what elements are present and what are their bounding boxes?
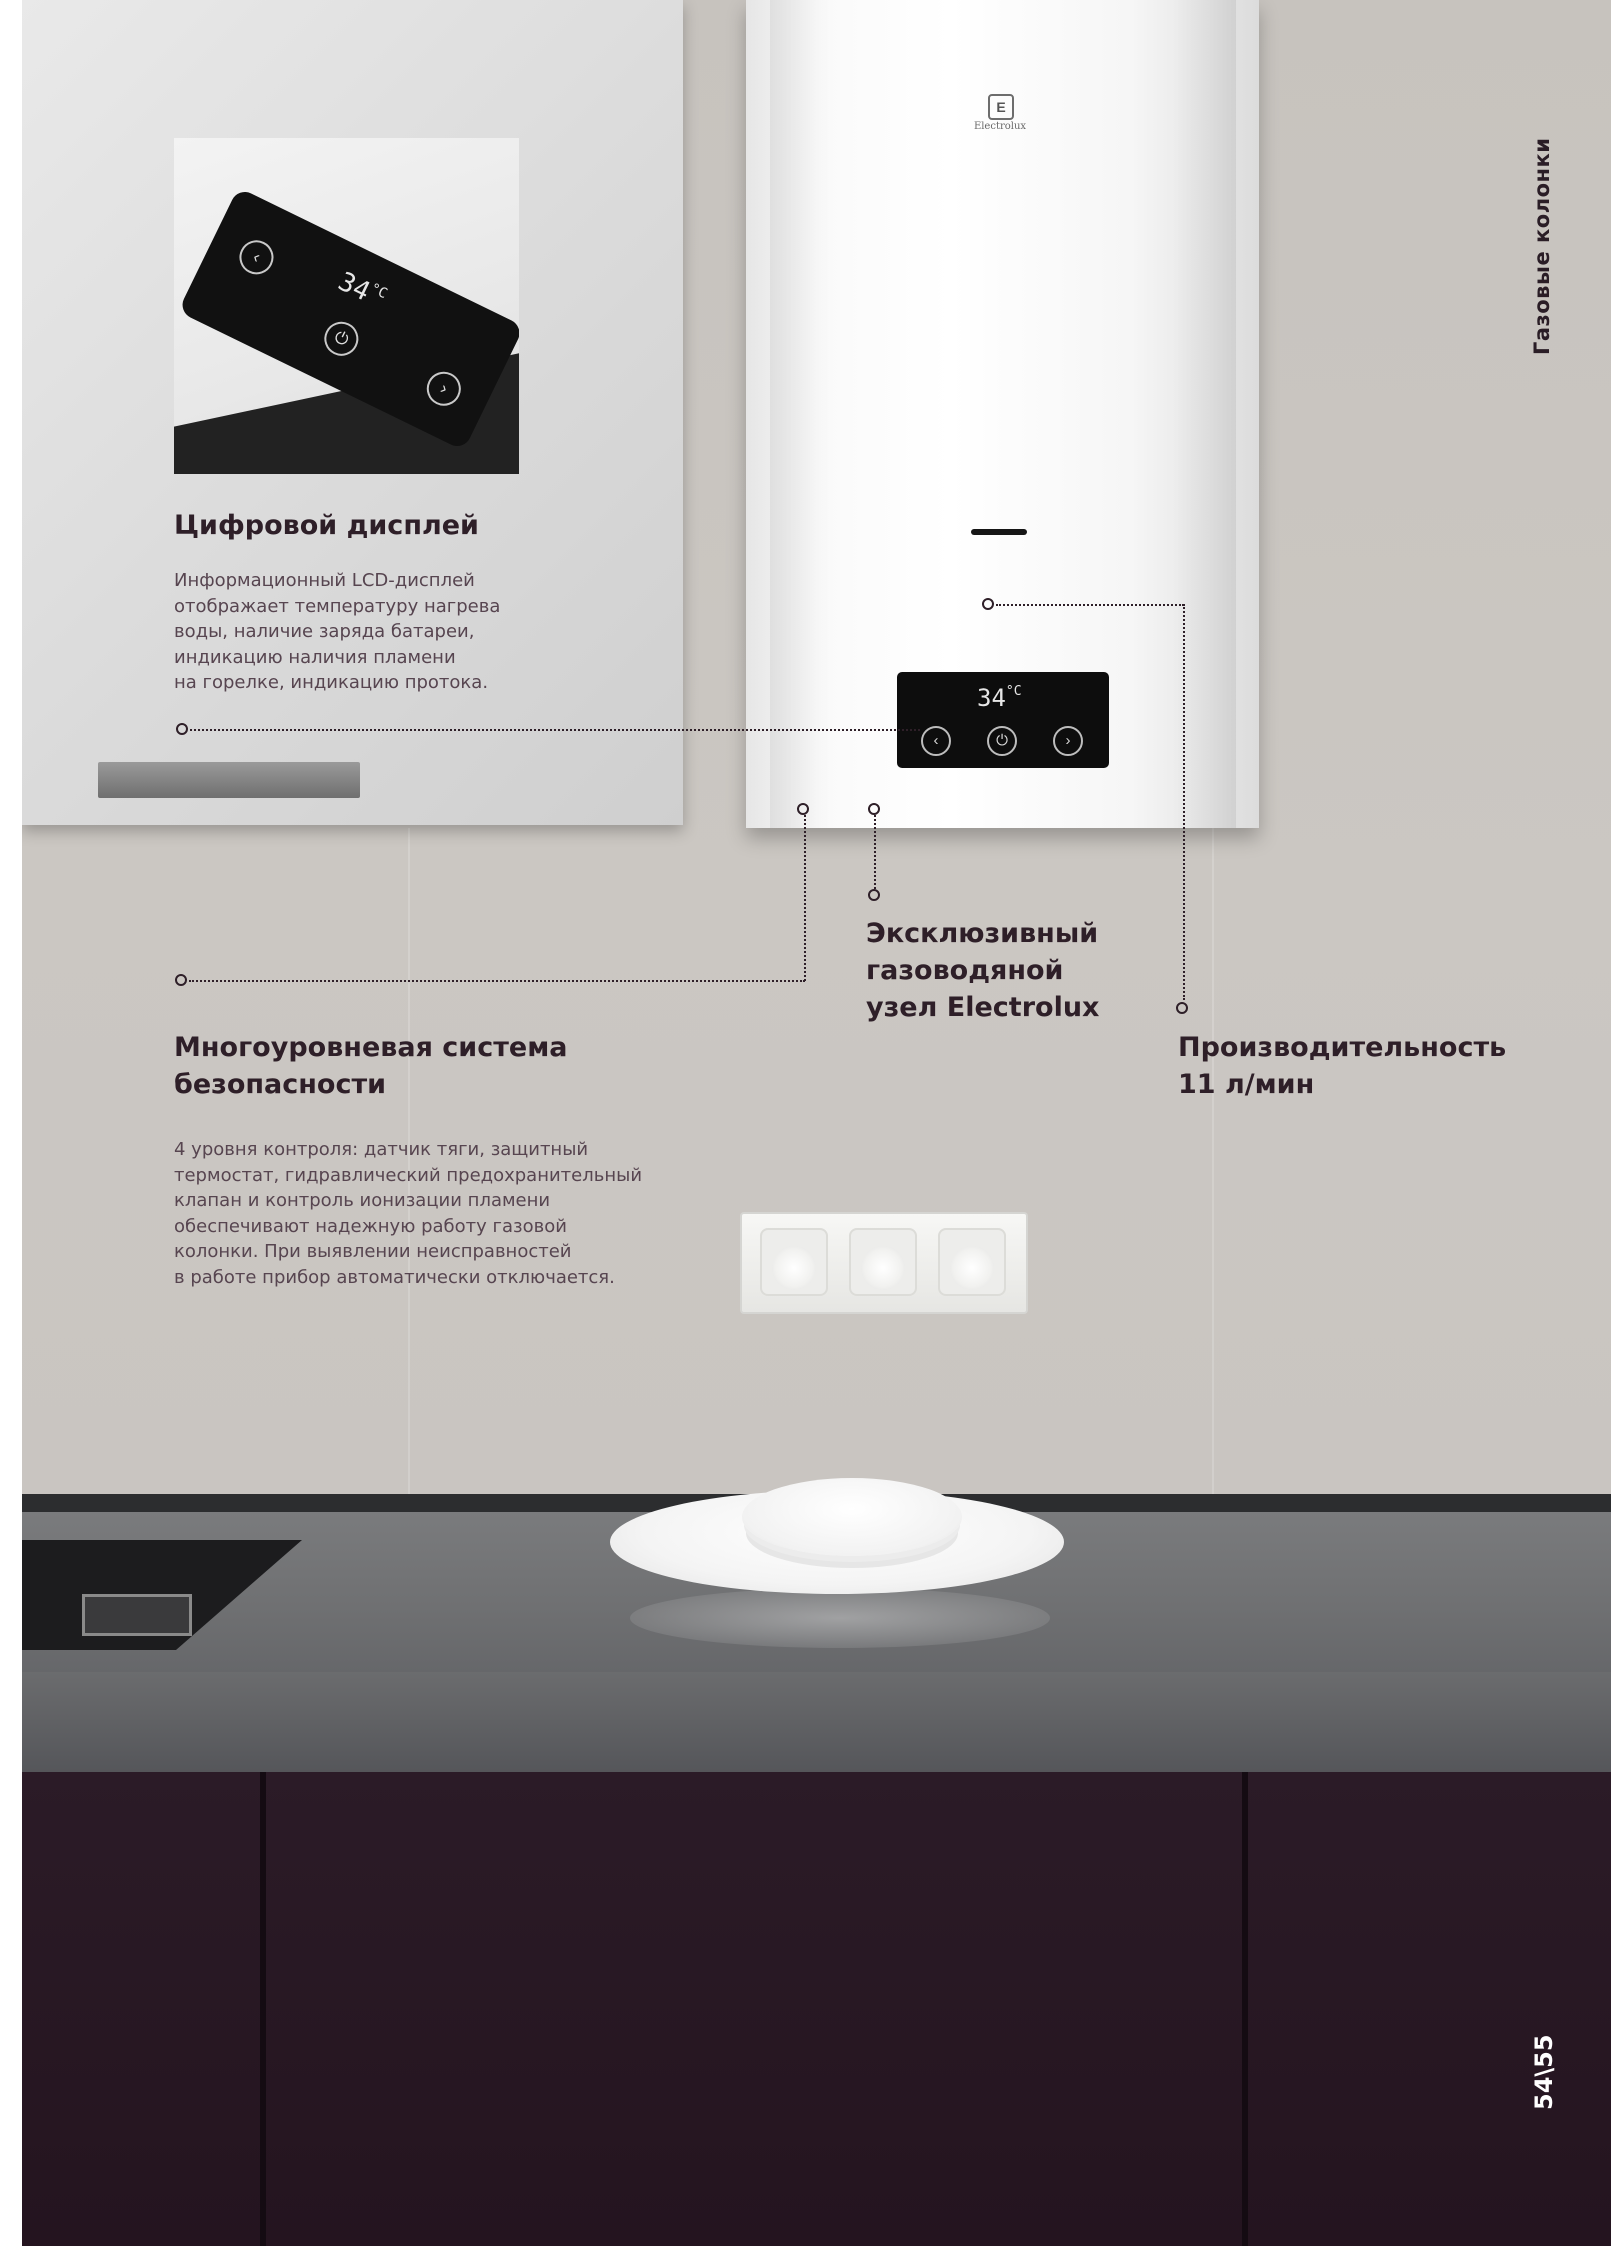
- plate-stack: [742, 1478, 962, 1556]
- kitchen-photo: E Electrolux 34°C ‹ ⏻ › 34°C ‹ ⏻ ›: [22, 0, 1611, 2246]
- callout-dot: [868, 889, 880, 901]
- callout-line: [189, 980, 805, 982]
- right-arrow-icon: ›: [1053, 726, 1083, 756]
- callout-dot: [1176, 1002, 1188, 1014]
- callout-line: [996, 604, 1184, 606]
- heater-shading: [1172, 0, 1236, 828]
- callout-line: [190, 729, 920, 731]
- heater-vent-slot: [971, 529, 1027, 535]
- sink-drain: [82, 1594, 192, 1636]
- feature-title-display: Цифровой дисплей: [174, 510, 479, 541]
- left-arrow-icon: ‹: [921, 726, 951, 756]
- power-icon: ⏻: [318, 316, 365, 362]
- feature-text-display: Информационный LCD-дисплей отображает те…: [174, 570, 501, 693]
- socket-outlet: [938, 1228, 1006, 1296]
- callout-dot: [982, 598, 994, 610]
- brand-logo-text: Electrolux: [973, 121, 1027, 132]
- display-closeup-photo: 34°C ‹ ⏻ ›: [174, 138, 519, 474]
- lcd-readout: 34°C: [977, 684, 1022, 712]
- left-arrow-icon: ‹: [233, 234, 280, 281]
- cabinet-handle: [98, 762, 360, 798]
- callout-line: [1183, 604, 1185, 1000]
- lcd-temperature: 34: [977, 684, 1006, 712]
- callout-line: [874, 815, 876, 889]
- feature-title-gas-water-unit: Эксклюзивный газоводяной узел Electrolux: [866, 918, 1100, 1023]
- wall-socket-block: [740, 1212, 1028, 1314]
- section-title: Газовые колонки: [1530, 137, 1554, 355]
- feature-title-safety: Многоуровневая система безопасности: [174, 1032, 568, 1100]
- closeup-lcd: 34°C: [333, 267, 389, 315]
- callout-dot: [868, 803, 880, 815]
- lcd-unit: °C: [1005, 684, 1022, 699]
- right-arrow-icon: ›: [421, 366, 467, 412]
- callout-dot: [797, 803, 809, 815]
- heater-shading: [770, 0, 834, 828]
- feature-title-performance: Производительность 11 л/мин: [1178, 1032, 1507, 1100]
- closeup-lcd-temperature: 34: [333, 266, 375, 308]
- power-icon: ⏻: [987, 726, 1017, 756]
- callout-dot: [176, 723, 188, 735]
- catalog-page: E Electrolux 34°C ‹ ⏻ › 34°C ‹ ⏻ › Цифро…: [0, 0, 1611, 2246]
- electrolux-logo-icon: E: [988, 94, 1014, 120]
- cabinet-gap: [1242, 1772, 1248, 2246]
- plate-reflection: [630, 1588, 1050, 1648]
- wall-tile-seam: [1212, 828, 1214, 1494]
- callout-line: [804, 815, 806, 981]
- heater-control-panel: 34°C ‹ ⏻ ›: [897, 672, 1109, 768]
- page-number: 54\55: [1530, 2034, 1558, 2110]
- feature-text-safety: 4 уровня контроля: датчик тяги, защитный…: [174, 1139, 643, 1288]
- socket-outlet: [849, 1228, 917, 1296]
- socket-outlet: [760, 1228, 828, 1296]
- countertop-edge: [22, 1672, 1611, 1772]
- callout-dot: [175, 974, 187, 986]
- cabinet-gap: [260, 1772, 266, 2246]
